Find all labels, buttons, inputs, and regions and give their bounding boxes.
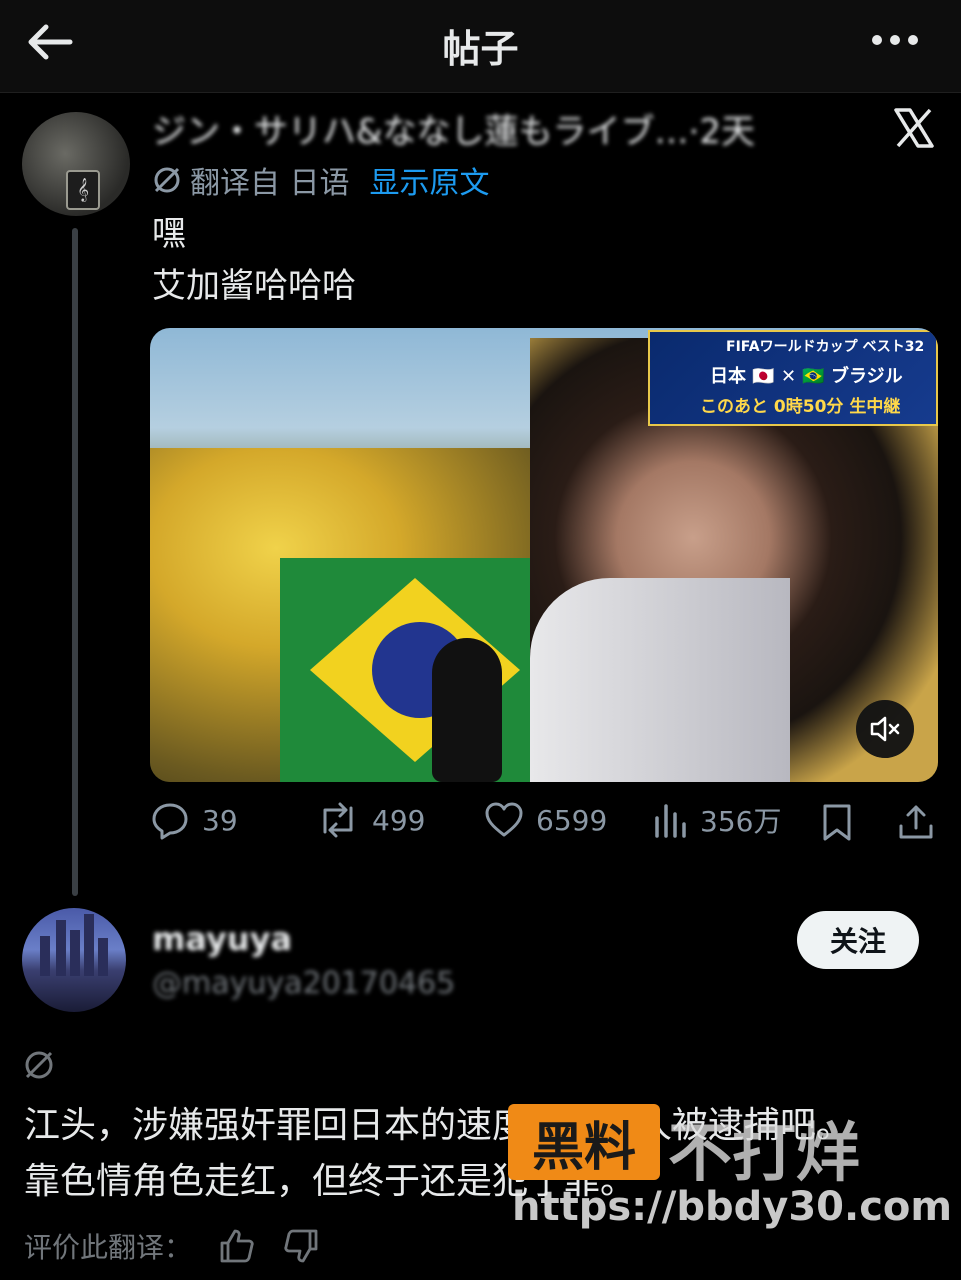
share-icon[interactable] <box>896 802 936 842</box>
analytics-icon <box>655 804 686 838</box>
watermark-text: 不打烊 <box>668 1117 860 1191</box>
like-count: 6599 <box>536 803 608 837</box>
watermark-url: https://bbdy30.com <box>512 1184 953 1230</box>
reply-author-name[interactable]: mayuya <box>152 920 292 958</box>
watermark-logo: 黑料 <box>508 1104 660 1180</box>
banner-time: このあと 0時50分 生中継 <box>700 397 901 417</box>
like-action[interactable]: 6599 <box>484 800 607 840</box>
translated-from-label: 翻译自 日语 <box>190 166 350 201</box>
thumbs-up-icon[interactable] <box>218 1227 256 1265</box>
more-options-icon[interactable] <box>871 30 919 50</box>
translation-info: 翻译自 日语 显示原文 <box>152 158 490 202</box>
reply-count: 39 <box>202 803 238 837</box>
bookmark-icon[interactable] <box>820 802 854 842</box>
post-action-bar: 39 499 6599 356万 <box>150 800 940 850</box>
repost-action[interactable]: 499 <box>316 800 425 840</box>
views-action[interactable]: 356万 <box>652 800 781 840</box>
page-title: 帖子 <box>442 27 519 71</box>
author-avatar[interactable]: 𝄞 <box>22 112 130 216</box>
brazil-flag <box>280 558 550 782</box>
post-author-line[interactable]: ジン・サリハ&ななし蓮もライブ…·2天 <box>152 104 792 153</box>
globe-slash-icon <box>25 1051 53 1079</box>
follow-button[interactable]: 关注 <box>797 911 919 969</box>
repost-count: 499 <box>372 803 426 837</box>
repost-icon <box>323 802 353 838</box>
post-video[interactable]: FIFAワールドカップ ベスト32 日本 🇯🇵 ✕ 🇧🇷 ブラジル このあと 0… <box>150 328 938 782</box>
reply-action[interactable]: 39 <box>150 800 238 840</box>
globe-slash-icon <box>154 167 180 193</box>
heart-icon <box>485 802 523 837</box>
avatar-image: 𝄞 <box>66 170 100 210</box>
rate-translation-row: 评价此翻译： <box>24 1226 320 1266</box>
thumbs-down-icon[interactable] <box>282 1227 320 1265</box>
x-logo-icon <box>894 108 934 148</box>
microphone <box>432 638 502 782</box>
post-text: 嘿 艾加酱哈哈哈 <box>152 208 356 312</box>
tv-broadcast-banner: FIFAワールドカップ ベスト32 日本 🇯🇵 ✕ 🇧🇷 ブラジル このあと 0… <box>648 330 938 426</box>
reply-author-avatar[interactable] <box>22 908 126 1012</box>
post-text-line: 嘿 <box>152 214 186 254</box>
reply-author-handle[interactable]: @mayuya20170465 <box>152 966 455 1001</box>
show-original-link[interactable]: 显示原文 <box>370 158 490 202</box>
rate-translation-label: 评价此翻译： <box>24 1231 193 1264</box>
mute-toggle-icon[interactable] <box>856 700 914 758</box>
shirt-image-region <box>530 578 790 782</box>
reply-icon <box>152 803 188 840</box>
banner-match: 日本 🇯🇵 ✕ 🇧🇷 ブラジル <box>710 366 903 387</box>
post-text-line: 艾加酱哈哈哈 <box>152 266 356 306</box>
view-count: 356万 <box>700 805 782 838</box>
banner-title: FIFAワールドカップ ベスト32 <box>726 339 925 355</box>
thread-connector-line <box>72 228 78 896</box>
top-bar: 帖子 <box>0 0 961 93</box>
watermark: 黑料 不打烊 https://bbdy30.com <box>508 1104 952 1244</box>
